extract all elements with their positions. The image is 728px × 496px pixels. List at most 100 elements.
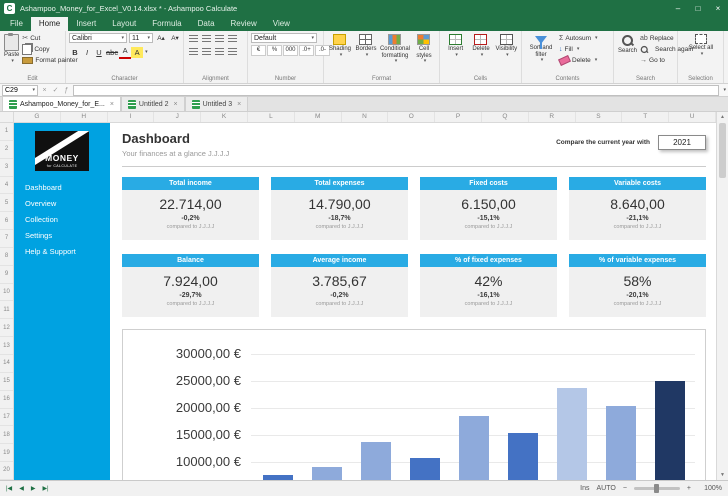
column-header-Q[interactable]: Q <box>482 112 529 122</box>
zoom-in-icon[interactable]: + <box>687 485 691 492</box>
auto-mode-indicator[interactable]: AUTO <box>596 485 615 492</box>
paste-button[interactable]: Paste ▾ <box>3 33 20 74</box>
select-all-button[interactable]: Select all ▾ <box>688 33 714 74</box>
column-header-H[interactable]: H <box>61 112 108 122</box>
row-header-16[interactable]: 16 <box>0 391 13 409</box>
row-header-6[interactable]: 6 <box>0 212 13 230</box>
column-header-J[interactable]: J <box>154 112 201 122</box>
sidebar-item-dashboard[interactable]: Dashboard <box>25 183 110 192</box>
previous-sheet-icon[interactable]: ◀ <box>19 485 24 492</box>
borders-button[interactable]: Borders▾ <box>353 33 379 74</box>
visibility-button[interactable]: Visibility▾ <box>494 33 519 74</box>
currency-format-button[interactable]: € <box>251 45 266 56</box>
menu-tab-data[interactable]: Data <box>190 17 223 31</box>
sidebar-item-overview[interactable]: Overview <box>25 199 110 208</box>
sidebar-item-settings[interactable]: Settings <box>25 231 110 240</box>
minimize-button[interactable]: – <box>668 0 688 17</box>
sidebar-item-collection[interactable]: Collection <box>25 215 110 224</box>
menu-tab-home[interactable]: Home <box>31 17 68 31</box>
cell-styles-button[interactable]: Cell styles▾ <box>411 33 437 74</box>
shrink-font-button[interactable]: A▾ <box>169 33 181 44</box>
close-icon[interactable]: × <box>110 101 114 108</box>
fill-button[interactable]: ↓Fill▾ <box>559 44 598 55</box>
align-middle-button[interactable] <box>200 33 213 44</box>
document-tab[interactable]: Ashampoo_Money_for_E...× <box>2 96 121 111</box>
row-header-10[interactable]: 10 <box>0 284 13 302</box>
cell-reference-box[interactable]: C29 ▾ <box>2 85 38 96</box>
align-top-button[interactable] <box>187 33 200 44</box>
close-icon[interactable]: × <box>174 101 178 108</box>
column-header-O[interactable]: O <box>388 112 435 122</box>
row-header-17[interactable]: 17 <box>0 409 13 427</box>
underline-button[interactable]: U <box>93 47 105 58</box>
row-header-2[interactable]: 2 <box>0 141 13 159</box>
align-right-button[interactable] <box>213 46 226 57</box>
menu-tab-review[interactable]: Review <box>223 17 265 31</box>
align-bottom-button[interactable] <box>213 33 226 44</box>
align-center-button[interactable] <box>200 46 213 57</box>
thousands-separator-button[interactable]: 000 <box>283 45 298 56</box>
row-header-20[interactable]: 20 <box>0 462 13 480</box>
delete-contents-button[interactable]: Delete▾ <box>559 55 598 66</box>
number-format-select[interactable]: Default ▾ <box>251 33 317 43</box>
row-header-8[interactable]: 8 <box>0 248 13 266</box>
search-button[interactable]: Search <box>617 33 638 74</box>
font-family-select[interactable]: Calibri ▾ <box>69 33 127 43</box>
bold-button[interactable]: B <box>69 47 81 58</box>
column-header-N[interactable]: N <box>342 112 389 122</box>
scrollbar-thumb[interactable] <box>719 123 726 178</box>
menu-tab-file[interactable]: File <box>2 17 31 31</box>
row-header-9[interactable]: 9 <box>0 266 13 284</box>
row-header-7[interactable]: 7 <box>0 230 13 248</box>
zoom-level[interactable]: 100% <box>698 485 722 492</box>
column-header-T[interactable]: T <box>622 112 669 122</box>
row-header-1[interactable]: 1 <box>0 123 13 141</box>
row-header-15[interactable]: 15 <box>0 373 13 391</box>
sort-and-filter-button[interactable]: Sort and filter ▾ <box>525 33 557 74</box>
sidebar-item-help-support[interactable]: Help & Support <box>25 247 110 256</box>
scroll-up-icon[interactable]: ▲ <box>717 112 728 122</box>
column-header-K[interactable]: K <box>201 112 248 122</box>
strikethrough-button[interactable]: abc <box>105 47 119 58</box>
column-header-U[interactable]: U <box>669 112 716 122</box>
column-header-L[interactable]: L <box>248 112 295 122</box>
row-header-4[interactable]: 4 <box>0 177 13 195</box>
formula-input[interactable] <box>73 85 719 96</box>
maximize-button[interactable]: □ <box>688 0 708 17</box>
row-header-14[interactable]: 14 <box>0 355 13 373</box>
zoom-slider[interactable] <box>634 487 680 490</box>
row-header-18[interactable]: 18 <box>0 426 13 444</box>
rotate-text-button[interactable] <box>226 33 239 44</box>
vertical-scrollbar[interactable]: ▲ ▼ <box>716 112 728 480</box>
document-tab[interactable]: Untitled 2× <box>121 96 185 111</box>
column-header-I[interactable]: I <box>108 112 155 122</box>
menu-tab-layout[interactable]: Layout <box>104 17 144 31</box>
conditional-formatting-button[interactable]: Conditional formatting▾ <box>379 33 411 74</box>
scroll-down-icon[interactable]: ▼ <box>717 470 728 480</box>
row-header-5[interactable]: 5 <box>0 194 13 212</box>
cancel-icon[interactable]: × <box>40 87 49 94</box>
close-button[interactable]: × <box>708 0 728 17</box>
font-size-select[interactable]: 11 ▾ <box>129 33 153 43</box>
next-sheet-icon[interactable]: ▶ <box>31 485 36 492</box>
autosum-button[interactable]: ΣAutosum▾ <box>559 33 598 44</box>
row-header-11[interactable]: 11 <box>0 301 13 319</box>
italic-button[interactable]: I <box>81 47 93 58</box>
column-header-S[interactable]: S <box>576 112 623 122</box>
insert-mode-indicator[interactable]: Ins <box>580 485 589 492</box>
align-left-button[interactable] <box>187 46 200 57</box>
column-header-P[interactable]: P <box>435 112 482 122</box>
row-header-13[interactable]: 13 <box>0 337 13 355</box>
column-header-G[interactable]: G <box>14 112 61 122</box>
document-tab[interactable]: Untitled 3× <box>185 96 249 111</box>
row-header-12[interactable]: 12 <box>0 319 13 337</box>
highlight-color-button[interactable]: A <box>131 47 143 58</box>
confirm-icon[interactable]: ✓ <box>51 86 60 94</box>
compare-year-input[interactable]: 2021 <box>658 135 706 150</box>
grow-font-button[interactable]: A▴ <box>155 33 167 44</box>
font-color-button[interactable]: A <box>119 46 131 59</box>
row-header-3[interactable]: 3 <box>0 159 13 177</box>
shading-button[interactable]: Shading▾ <box>327 33 353 74</box>
add-decimal-button[interactable]: .0+ <box>299 45 314 56</box>
column-header-R[interactable]: R <box>529 112 576 122</box>
